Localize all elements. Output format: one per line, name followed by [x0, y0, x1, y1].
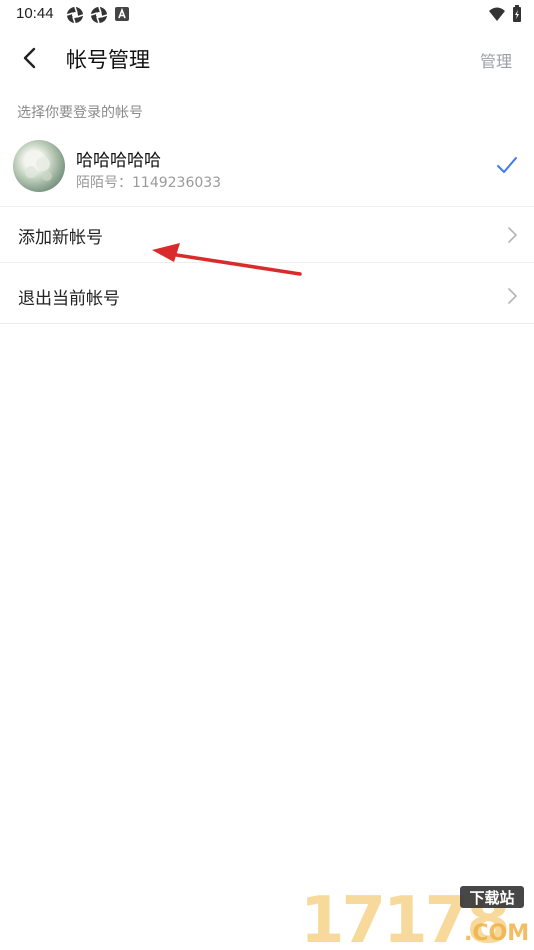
- font-app-icon: [115, 7, 129, 21]
- aperture-icon: [90, 6, 108, 24]
- page-title: 帐号管理: [66, 48, 150, 72]
- manage-button[interactable]: 管理: [480, 48, 512, 72]
- account-id: 陌陌号：1149236033: [76, 175, 222, 191]
- chevron-right-icon: [508, 227, 518, 243]
- status-notification-icons: [66, 6, 130, 24]
- avatar-flower-image: [25, 150, 52, 181]
- check-icon: [497, 157, 517, 173]
- status-bar: 10:44: [0, 0, 534, 28]
- battery-icon: [513, 5, 521, 22]
- account-row[interactable]: 哈哈哈哈哈 陌陌号：1149236033: [0, 132, 534, 206]
- chevron-right-icon: [508, 288, 518, 304]
- annotation-arrow-icon: [152, 243, 302, 276]
- svg-text:下载站: 下载站: [469, 889, 514, 907]
- watermark-logo-icon: 17178 下载站 .COM: [300, 884, 528, 950]
- wifi-icon: [489, 7, 505, 21]
- logout-account-label: 退出当前帐号: [18, 289, 120, 309]
- add-account-label: 添加新帐号: [18, 228, 103, 248]
- svg-text:.COM: .COM: [464, 921, 528, 946]
- divider: [0, 323, 534, 324]
- section-label: 选择你要登录的帐号: [17, 105, 143, 121]
- status-system-icons: [488, 5, 522, 23]
- status-time: 10:44: [16, 5, 54, 22]
- back-arrow-icon[interactable]: [16, 44, 44, 72]
- account-name: 哈哈哈哈哈: [76, 151, 161, 171]
- app-header: 帐号管理 管理: [0, 28, 534, 88]
- aperture-icon: [66, 6, 84, 24]
- avatar: [13, 140, 65, 192]
